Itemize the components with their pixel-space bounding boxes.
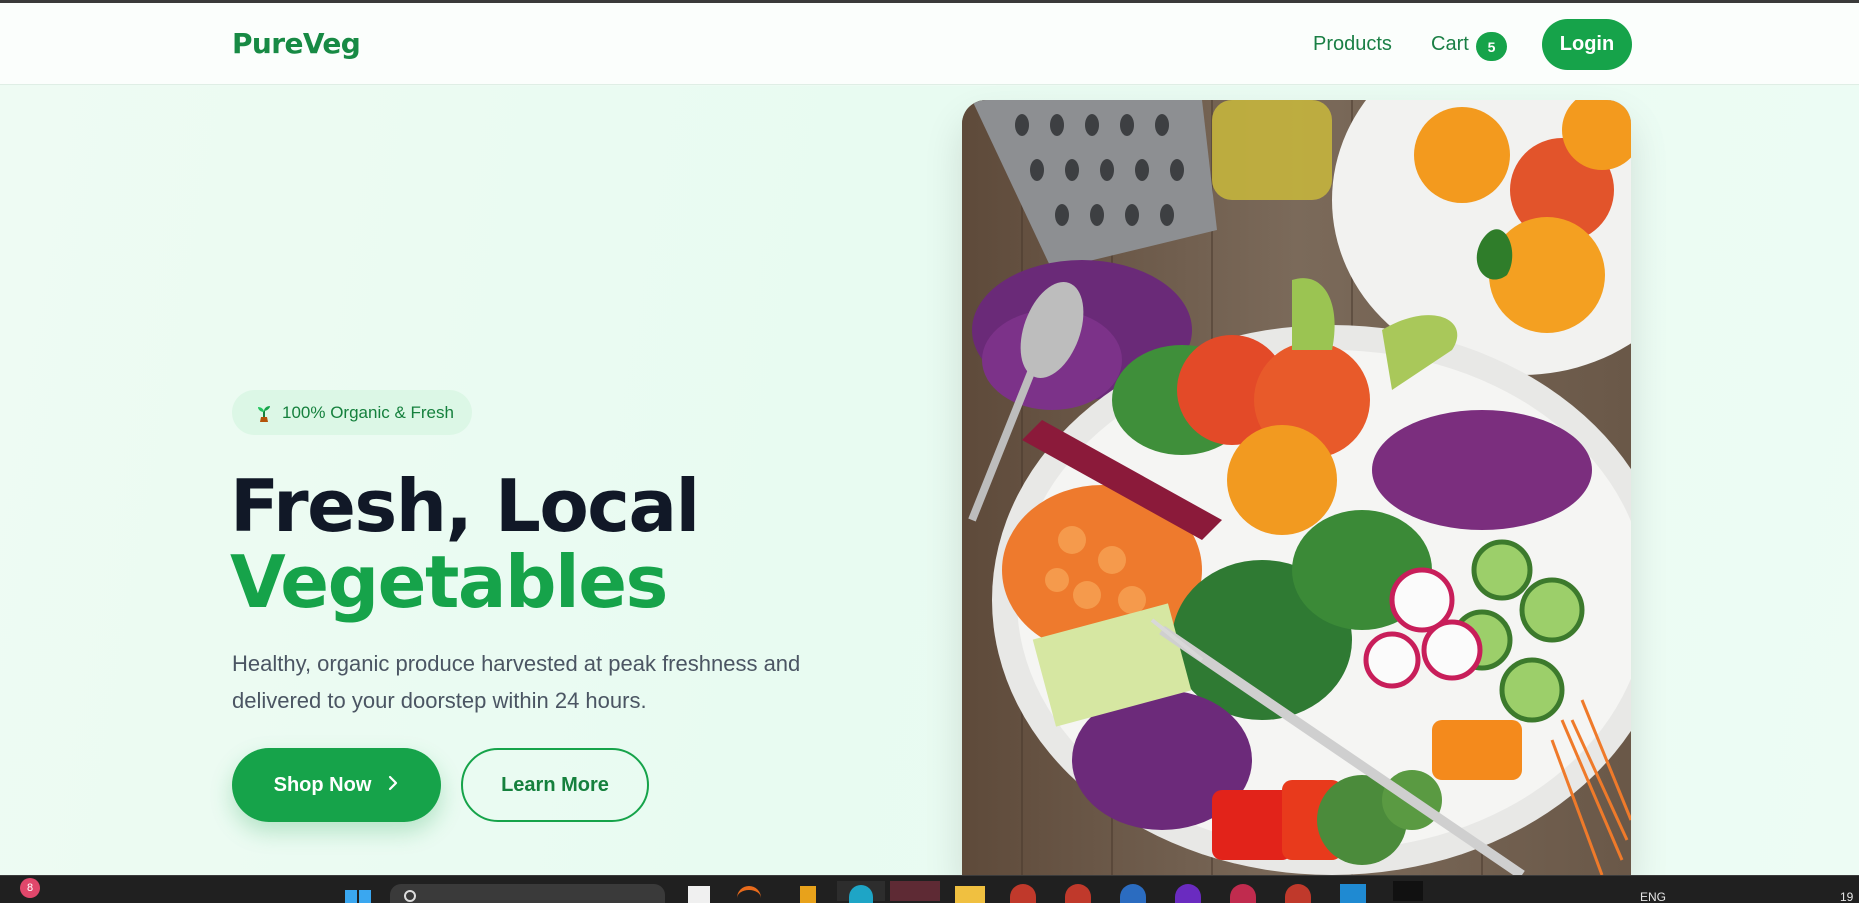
organic-badge-label: 100% Organic & Fresh <box>282 402 454 422</box>
clock-fragment[interactable]: 19 <box>1840 890 1853 903</box>
taskbar-app-icon[interactable] <box>688 886 710 903</box>
shop-now-label: Shop Now <box>273 773 372 796</box>
hero-description: Healthy, organic produce harvested at pe… <box>232 651 801 713</box>
folder-icon[interactable] <box>955 886 985 903</box>
taskbar-app-icon[interactable] <box>837 881 885 903</box>
shop-now-button[interactable]: Shop Now <box>232 748 441 822</box>
login-button[interactable]: Login <box>1542 19 1632 70</box>
chrome-icon[interactable] <box>1285 884 1311 903</box>
chrome-icon[interactable] <box>1065 884 1091 903</box>
hero-salad-image <box>962 100 1631 875</box>
hero-headline-line1: Fresh, Local <box>230 464 700 548</box>
sprout-icon <box>254 403 274 423</box>
taskbar-app-icon[interactable] <box>800 886 816 903</box>
taskbar-app-icon[interactable] <box>737 886 761 903</box>
chrome-icon[interactable] <box>1175 884 1201 903</box>
vscode-icon[interactable] <box>1340 884 1366 903</box>
site-header: PureVeg Products Cart 5 Login <box>0 3 1859 85</box>
organic-badge: 100% Organic & Fresh <box>232 390 472 435</box>
taskbar-app-icon[interactable] <box>1393 881 1423 901</box>
windows-start-icon[interactable] <box>343 884 373 903</box>
cart-count-badge: 5 <box>1476 32 1507 61</box>
chrome-icon[interactable] <box>1230 884 1256 903</box>
search-box[interactable] <box>390 884 665 903</box>
chrome-icon[interactable] <box>1120 884 1146 903</box>
chrome-icon[interactable] <box>1010 884 1036 903</box>
taskbar-app-icon[interactable] <box>890 881 940 901</box>
search-icon <box>404 890 416 902</box>
learn-more-button[interactable]: Learn More <box>461 748 649 822</box>
nav-link-products[interactable]: Products <box>1313 33 1392 56</box>
os-taskbar: 8 ENG 19 <box>0 875 1859 903</box>
chevron-right-icon <box>387 774 399 797</box>
language-indicator[interactable]: ENG <box>1640 890 1666 903</box>
notification-badge[interactable]: 8 <box>20 878 40 898</box>
nav-link-cart[interactable]: Cart <box>1431 33 1469 56</box>
brand-logo[interactable]: PureVeg <box>232 27 361 60</box>
hero-headline-line2: Vegetables <box>230 540 668 624</box>
